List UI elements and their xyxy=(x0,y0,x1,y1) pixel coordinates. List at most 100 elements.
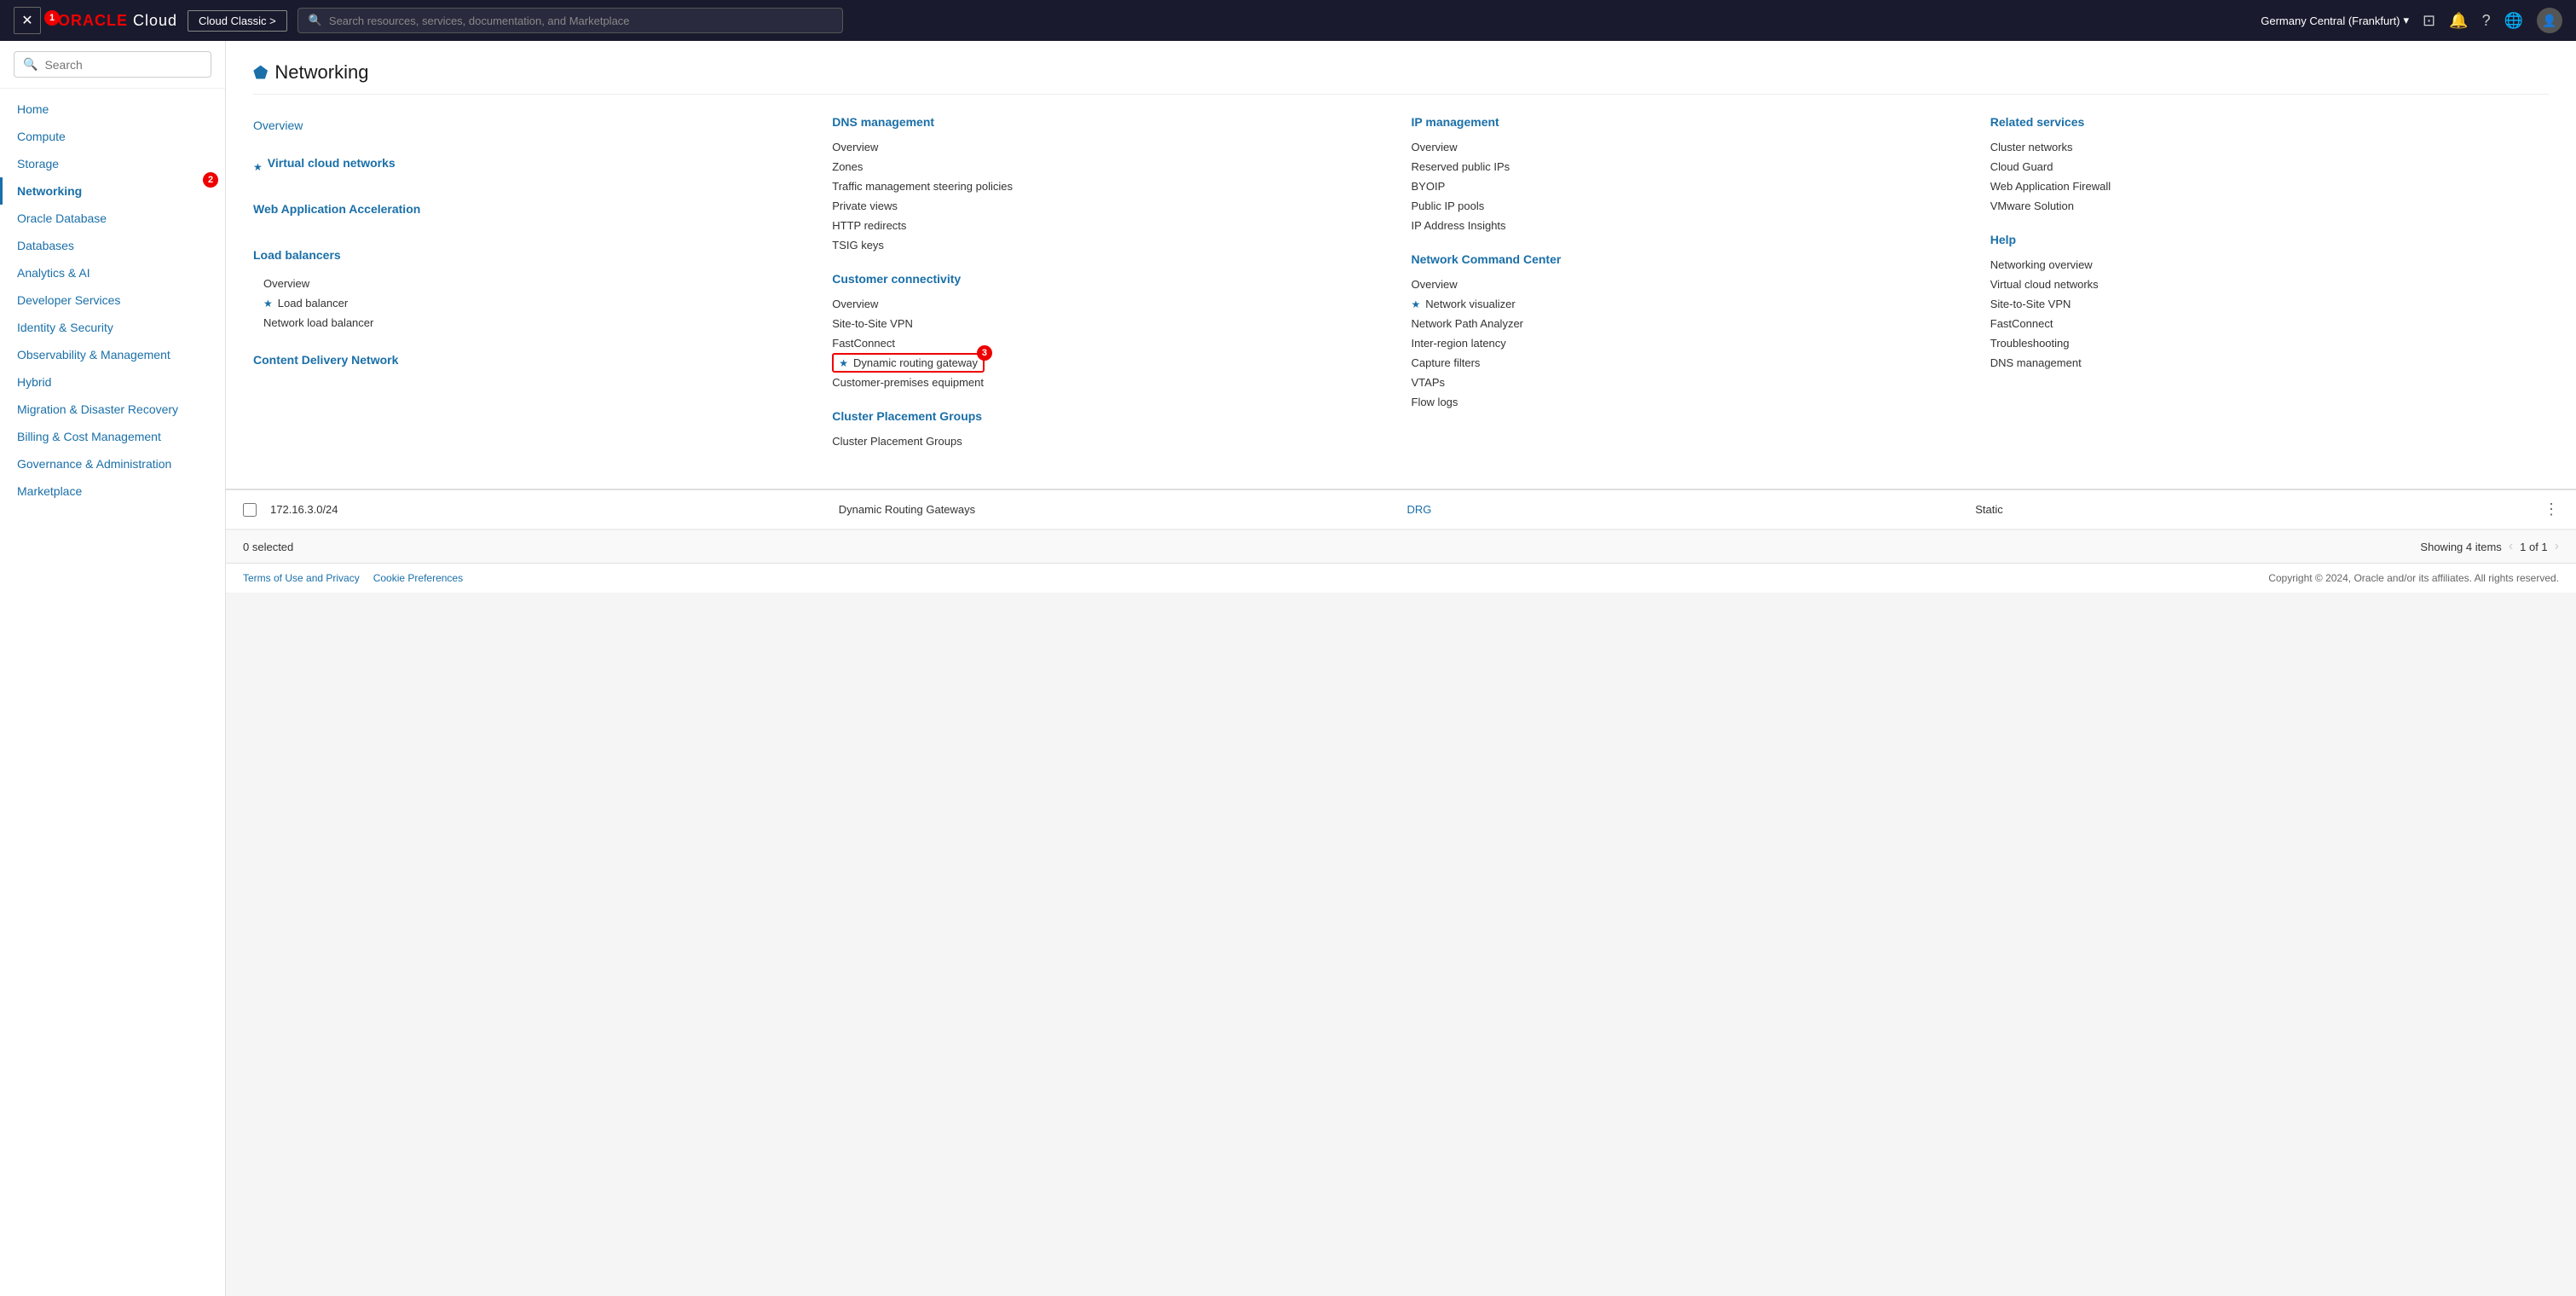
bell-icon[interactable]: 🔔 xyxy=(2449,12,2468,30)
menu-link-lb-overview[interactable]: Overview xyxy=(253,274,811,293)
vcn-title: Virtual cloud networks xyxy=(268,156,396,170)
sidebar-search-input[interactable] xyxy=(44,58,202,72)
menu-link-drg-container: ★ Dynamic routing gateway 3 xyxy=(832,353,985,373)
region-selector[interactable]: Germany Central (Frankfurt) ▾ xyxy=(2261,14,2409,27)
sidebar-item-databases[interactable]: Databases xyxy=(0,232,225,259)
sidebar-item-billing-cost-management[interactable]: Billing & Cost Management xyxy=(0,423,225,450)
sidebar-item-home[interactable]: Home xyxy=(0,95,225,123)
menu-link-cc-fastconnect[interactable]: FastConnect xyxy=(832,333,1390,353)
sidebar: 🔍 Home Compute Storage Networking 2 Orac… xyxy=(0,41,226,1296)
top-navigation: ✕ 1 ORACLE Cloud Cloud Classic > 🔍 Germa… xyxy=(0,0,2576,41)
app-layout: 🔍 Home Compute Storage Networking 2 Orac… xyxy=(0,41,2576,1296)
menu-link-help-networking-overview[interactable]: Networking overview xyxy=(1990,255,2549,275)
star-icon: ★ xyxy=(839,357,848,369)
sidebar-item-oracle-database[interactable]: Oracle Database xyxy=(0,205,225,232)
question-icon[interactable]: ? xyxy=(2482,12,2491,30)
menu-section-related-services: Related services Cluster networks Cloud … xyxy=(1990,115,2549,216)
menu-link-waa[interactable]: Web Application Acceleration xyxy=(253,199,811,228)
menu-link-ncc-flow-logs[interactable]: Flow logs xyxy=(1412,392,1970,412)
user-avatar[interactable]: 👤 xyxy=(2537,8,2562,33)
menu-link-cdn[interactable]: Content Delivery Network xyxy=(253,350,811,379)
menu-link-ncc-path-analyzer[interactable]: Network Path Analyzer xyxy=(1412,314,1970,333)
ip-mgmt-title: IP management xyxy=(1412,115,1970,129)
menu-link-ip-overview[interactable]: Overview xyxy=(1412,137,1970,157)
menu-link-nlb[interactable]: Network load balancer xyxy=(253,313,811,333)
dns-section-title: DNS management xyxy=(832,115,1390,129)
cloud-classic-button[interactable]: Cloud Classic > xyxy=(188,10,287,32)
pagination-prev-button[interactable]: ‹ xyxy=(2509,539,2513,554)
menu-link-dns-tsig[interactable]: TSIG keys xyxy=(832,235,1390,255)
search-icon: 🔍 xyxy=(23,57,38,72)
sidebar-item-identity-security[interactable]: Identity & Security xyxy=(0,314,225,341)
menu-link-ip-pools[interactable]: Public IP pools xyxy=(1412,196,1970,216)
sidebar-search-container: 🔍 xyxy=(0,41,225,89)
sidebar-item-migration-disaster-recovery[interactable]: Migration & Disaster Recovery xyxy=(0,396,225,423)
menu-section-vcn: ★ Virtual cloud networks xyxy=(253,153,811,182)
menu-section-cdn: Content Delivery Network xyxy=(253,350,811,379)
sidebar-item-hybrid[interactable]: Hybrid xyxy=(0,368,225,396)
menu-link-lb-starred[interactable]: ★ Load balancer xyxy=(253,293,811,313)
menu-link-help-vpn[interactable]: Site-to-Site VPN xyxy=(1990,294,2549,314)
pagination: Showing 4 items ‹ 1 of 1 › xyxy=(2420,539,2559,554)
globe-icon[interactable]: 🌐 xyxy=(2504,12,2523,30)
close-button[interactable]: ✕ xyxy=(14,7,41,34)
menu-link-help-fastconnect[interactable]: FastConnect xyxy=(1990,314,2549,333)
table-cell-target-link[interactable]: DRG xyxy=(1407,503,1962,516)
cdn-title: Content Delivery Network xyxy=(253,353,398,367)
menu-section-cluster-placement: Cluster Placement Groups Cluster Placeme… xyxy=(832,409,1390,451)
menu-link-vcn[interactable]: ★ Virtual cloud networks xyxy=(253,153,811,182)
sidebar-item-developer-services[interactable]: Developer Services xyxy=(0,286,225,314)
overview-link[interactable]: Overview xyxy=(253,115,811,136)
menu-link-dns-http[interactable]: HTTP redirects xyxy=(832,216,1390,235)
menu-link-dns-private[interactable]: Private views xyxy=(832,196,1390,216)
sidebar-item-governance-administration[interactable]: Governance & Administration xyxy=(0,450,225,477)
menu-link-waf[interactable]: Web Application Firewall xyxy=(1990,176,2549,196)
menu-link-dns-overview[interactable]: Overview xyxy=(832,137,1390,157)
footer-cookies-link[interactable]: Cookie Preferences xyxy=(373,572,463,584)
table-row-actions-button[interactable]: ⋮ xyxy=(2544,500,2559,518)
global-search-input[interactable] xyxy=(329,14,832,27)
menu-link-drg[interactable]: ★ Dynamic routing gateway xyxy=(832,353,985,373)
sidebar-item-marketplace[interactable]: Marketplace xyxy=(0,477,225,505)
menu-link-dns-zones[interactable]: Zones xyxy=(832,157,1390,176)
menu-section-network-command-center: Network Command Center Overview ★ Networ… xyxy=(1412,252,1970,412)
menu-link-ncc-vtaps[interactable]: VTAPs xyxy=(1412,373,1970,392)
menu-link-cluster-networks[interactable]: Cluster networks xyxy=(1990,137,2549,157)
pagination-next-button[interactable]: › xyxy=(2555,539,2559,554)
menu-link-cc-overview[interactable]: Overview xyxy=(832,294,1390,314)
menu-link-cloud-guard[interactable]: Cloud Guard xyxy=(1990,157,2549,176)
menu-link-help-troubleshooting[interactable]: Troubleshooting xyxy=(1990,333,2549,353)
menu-section-overview: Overview xyxy=(253,115,811,136)
sidebar-item-analytics-ai[interactable]: Analytics & AI xyxy=(0,259,225,286)
sidebar-item-compute[interactable]: Compute xyxy=(0,123,225,150)
menu-link-cc-cpe[interactable]: Customer-premises equipment xyxy=(832,373,1390,392)
star-icon: ★ xyxy=(1412,298,1421,310)
menu-link-help-dns[interactable]: DNS management xyxy=(1990,353,2549,373)
menu-link-ip-reserved[interactable]: Reserved public IPs xyxy=(1412,157,1970,176)
menu-link-ip-byoip[interactable]: BYOIP xyxy=(1412,176,1970,196)
menu-link-help-vcn[interactable]: Virtual cloud networks xyxy=(1990,275,2549,294)
menu-link-vmware[interactable]: VMware Solution xyxy=(1990,196,2549,216)
sidebar-item-label: Governance & Administration xyxy=(17,457,171,471)
menu-link-ncc-interregion[interactable]: Inter-region latency xyxy=(1412,333,1970,353)
table-row-checkbox[interactable] xyxy=(243,503,257,517)
customer-conn-title: Customer connectivity xyxy=(832,272,1390,286)
menu-link-cluster-placement-groups[interactable]: Cluster Placement Groups xyxy=(832,431,1390,451)
monitor-icon[interactable]: ⊡ xyxy=(2423,12,2435,30)
sidebar-item-networking[interactable]: Networking 2 xyxy=(0,177,225,205)
sidebar-item-label: Compute xyxy=(17,130,66,143)
footer-terms-link[interactable]: Terms of Use and Privacy xyxy=(243,572,360,584)
menu-link-ip-insights[interactable]: IP Address Insights xyxy=(1412,216,1970,235)
menu-link-lb-title[interactable]: Load balancers xyxy=(253,245,811,274)
oracle-logo: ORACLE Cloud xyxy=(58,12,177,30)
menu-link-ncc-overview[interactable]: Overview xyxy=(1412,275,1970,294)
sidebar-search-box[interactable]: 🔍 xyxy=(14,51,211,78)
global-search-bar[interactable]: 🔍 xyxy=(297,8,843,33)
menu-link-dns-traffic[interactable]: Traffic management steering policies xyxy=(832,176,1390,196)
sidebar-item-observability-management[interactable]: Observability & Management xyxy=(0,341,225,368)
menu-link-ncc-visualizer[interactable]: ★ Network visualizer xyxy=(1412,294,1970,314)
sidebar-item-storage[interactable]: Storage xyxy=(0,150,225,177)
menu-link-cc-vpn[interactable]: Site-to-Site VPN xyxy=(832,314,1390,333)
menu-link-ncc-capture-filters[interactable]: Capture filters xyxy=(1412,353,1970,373)
pagination-pages: 1 of 1 xyxy=(2520,541,2548,553)
